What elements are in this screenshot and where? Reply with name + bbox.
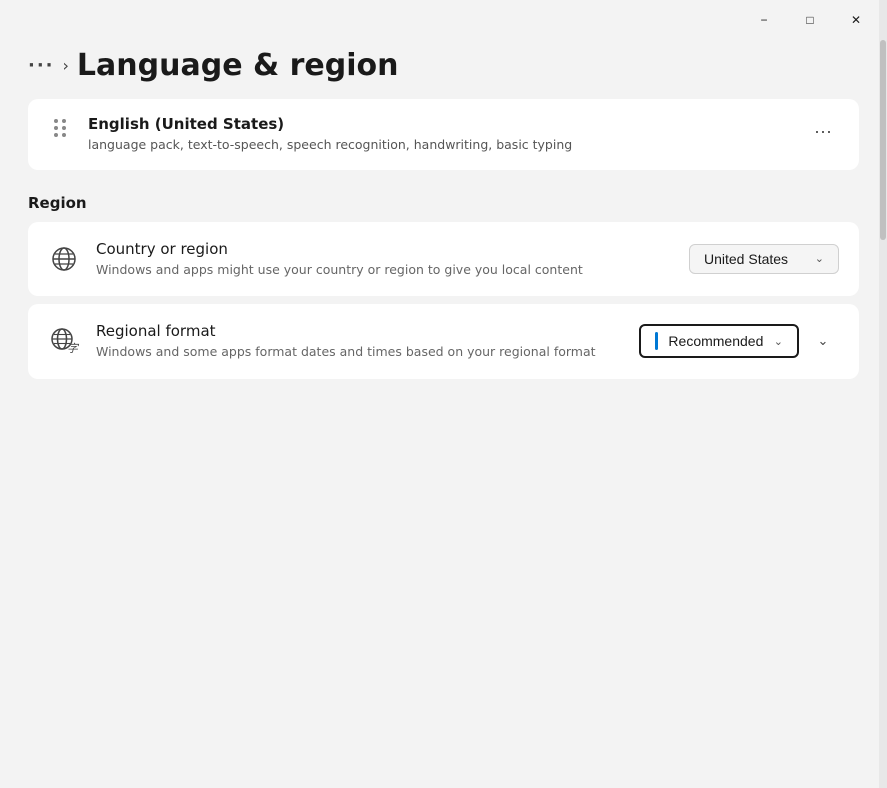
title-bar-controls: − □ ✕ [741, 4, 879, 36]
country-chevron-icon: ⌄ [815, 252, 824, 265]
country-dropdown-action: United States ⌄ [689, 244, 839, 274]
regional-format-title: Regional format [96, 322, 623, 340]
globe-icon [48, 246, 80, 272]
drag-dots [54, 119, 66, 137]
drag-dot [62, 133, 66, 137]
regional-format-value: Recommended [668, 333, 763, 349]
regional-format-desc: Windows and some apps format dates and t… [96, 343, 623, 361]
drag-handle-icon[interactable] [48, 119, 72, 137]
page-title: Language & region [77, 48, 399, 83]
title-bar: − □ ✕ [0, 0, 887, 40]
country-region-card: Country or region Windows and apps might… [28, 222, 859, 297]
country-region-text: Country or region Windows and apps might… [96, 240, 673, 279]
regional-format-dropdown-button[interactable]: Recommended ⌄ [639, 324, 799, 358]
language-card-action: ··· [807, 115, 839, 147]
more-options-button[interactable]: ··· [807, 115, 839, 147]
regional-format-card: 字 Regional format Windows and some apps … [28, 304, 859, 379]
country-dropdown-button[interactable]: United States ⌄ [689, 244, 839, 274]
language-features: language pack, text-to-speech, speech re… [88, 136, 791, 154]
blue-bar-indicator [655, 332, 658, 350]
language-card: English (United States) language pack, t… [28, 99, 859, 170]
window: − □ ✕ ··· › Language & region [0, 0, 887, 788]
region-section-label: Region [28, 194, 859, 212]
drag-dot [54, 133, 58, 137]
main-content: English (United States) language pack, t… [0, 99, 887, 788]
maximize-button[interactable]: □ [787, 4, 833, 36]
scrollbar-thumb[interactable] [880, 40, 886, 240]
country-region-desc: Windows and apps might use your country … [96, 261, 673, 279]
country-region-title: Country or region [96, 240, 673, 258]
scrollbar[interactable] [879, 0, 887, 788]
language-name: English (United States) [88, 115, 791, 133]
expand-chevron-icon: ⌄ [818, 333, 829, 349]
regional-format-action: Recommended ⌄ ⌄ [639, 324, 839, 358]
regional-format-text: Regional format Windows and some apps fo… [96, 322, 623, 361]
breadcrumb-chevron: › [63, 56, 69, 75]
language-card-body: English (United States) language pack, t… [88, 115, 791, 154]
svg-text:字: 字 [67, 342, 80, 355]
breadcrumb: ··· › Language & region [0, 40, 887, 99]
regional-format-row: 字 Regional format Windows and some apps … [28, 304, 859, 379]
drag-dot [62, 119, 66, 123]
country-region-row: Country or region Windows and apps might… [28, 222, 859, 297]
regional-format-expand-button[interactable]: ⌄ [807, 325, 839, 357]
country-value: United States [704, 251, 788, 267]
drag-dot [54, 126, 58, 130]
close-button[interactable]: ✕ [833, 4, 879, 36]
drag-dot [62, 126, 66, 130]
drag-dot [54, 119, 58, 123]
minimize-button[interactable]: − [741, 4, 787, 36]
format-chevron-icon: ⌄ [774, 335, 783, 348]
regional-format-icon: 字 [48, 325, 80, 357]
breadcrumb-dots[interactable]: ··· [28, 55, 55, 76]
